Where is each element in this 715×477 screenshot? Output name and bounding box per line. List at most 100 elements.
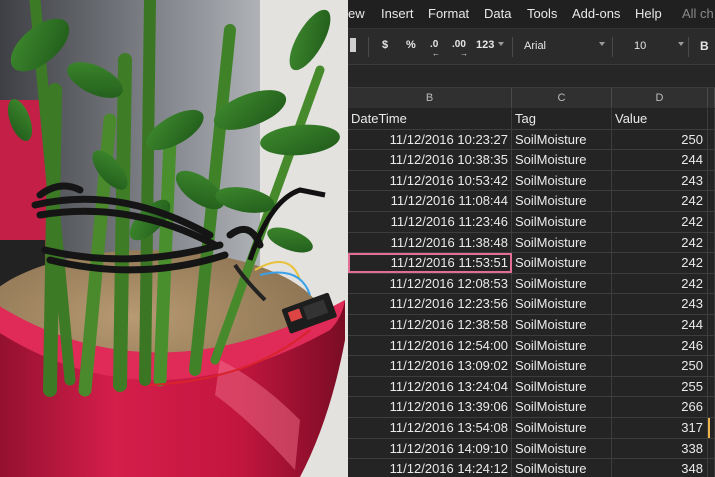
cell-value[interactable]: 242: [612, 273, 708, 294]
cell-value[interactable]: 244: [612, 315, 708, 335]
cell-datetime[interactable]: 11/12/2016 12:54:00: [348, 335, 512, 356]
cell-tag[interactable]: SoilMoisture: [512, 212, 612, 232]
cell-e[interactable]: [708, 170, 715, 191]
font-family-select[interactable]: Arial: [524, 40, 546, 52]
cell-e[interactable]: [708, 459, 715, 477]
cell-e[interactable]: [708, 438, 715, 459]
toolbar-divider: [368, 37, 369, 57]
percent-format-button[interactable]: %: [406, 39, 416, 51]
menu-addons[interactable]: Add-ons: [572, 6, 620, 21]
column-header-e[interactable]: [708, 88, 715, 108]
cell-value[interactable]: 242: [612, 232, 708, 253]
cell-datetime[interactable]: 11/12/2016 13:54:08: [348, 418, 512, 438]
menu-tools[interactable]: Tools: [527, 6, 557, 21]
cell-tag[interactable]: SoilMoisture: [512, 438, 612, 459]
cell-value[interactable]: 250: [612, 356, 708, 377]
cell-e[interactable]: [708, 356, 715, 377]
menu-format[interactable]: Format: [428, 6, 469, 21]
cell-e[interactable]: [708, 294, 715, 315]
plant-photo: [0, 0, 348, 477]
cell-value[interactable]: 244: [612, 150, 708, 171]
menu-data[interactable]: Data: [484, 6, 511, 21]
column-header-b[interactable]: B: [348, 88, 512, 108]
more-formats-button[interactable]: 123: [476, 39, 494, 51]
cell-tag[interactable]: SoilMoisture: [512, 335, 612, 356]
chevron-down-icon: [678, 42, 684, 46]
cell-e[interactable]: [708, 150, 715, 171]
cell-datetime[interactable]: 11/12/2016 11:38:48: [348, 232, 512, 253]
cell-value[interactable]: 266: [612, 397, 708, 418]
chevron-down-icon: [599, 42, 605, 46]
cell-e[interactable]: [708, 191, 715, 212]
cell-value[interactable]: 255: [612, 376, 708, 397]
table-row: 11/12/2016 11:08:44 SoilMoisture 242: [348, 191, 715, 212]
bold-button[interactable]: B: [700, 39, 709, 53]
all-changes-saved[interactable]: All ch: [682, 6, 714, 21]
cell-datetime[interactable]: 11/12/2016 10:23:27: [348, 129, 512, 150]
cell-tag[interactable]: SoilMoisture: [512, 232, 612, 253]
cell-datetime[interactable]: 11/12/2016 14:24:12: [348, 459, 512, 477]
cell-datetime[interactable]: 11/12/2016 10:38:35: [348, 150, 512, 171]
cell-datetime[interactable]: 11/12/2016 11:53:51: [348, 253, 512, 274]
cell-tag[interactable]: SoilMoisture: [512, 150, 612, 171]
cell-tag[interactable]: SoilMoisture: [512, 273, 612, 294]
column-header-d[interactable]: D: [612, 88, 708, 108]
cell-datetime[interactable]: 11/12/2016 11:23:46: [348, 212, 512, 232]
cell-tag[interactable]: SoilMoisture: [512, 376, 612, 397]
cell-datetime[interactable]: 11/12/2016 11:08:44: [348, 191, 512, 212]
cell-tag[interactable]: SoilMoisture: [512, 315, 612, 335]
cell-value-header[interactable]: Value: [612, 109, 708, 129]
cell-e[interactable]: [708, 212, 715, 232]
table-row: 11/12/2016 11:38:48 SoilMoisture 242: [348, 232, 715, 254]
cell-value[interactable]: 317: [612, 418, 708, 438]
cell-datetime[interactable]: 11/12/2016 10:53:42: [348, 170, 512, 191]
cell-datetime-header[interactable]: DateTime: [348, 109, 512, 129]
cell-tag[interactable]: SoilMoisture: [512, 418, 612, 438]
cell-value[interactable]: 243: [612, 294, 708, 315]
cell-value[interactable]: 348: [612, 459, 708, 477]
cell-value[interactable]: 242: [612, 253, 708, 274]
cell-value[interactable]: 250: [612, 129, 708, 150]
cell-e[interactable]: [708, 273, 715, 294]
cell-value[interactable]: 338: [612, 438, 708, 459]
cell-e[interactable]: [708, 376, 715, 397]
cell-datetime[interactable]: 11/12/2016 13:39:06: [348, 397, 512, 418]
table-row: 11/12/2016 13:39:06 SoilMoisture 266: [348, 397, 715, 418]
cell-e[interactable]: [708, 315, 715, 335]
cell-tag[interactable]: SoilMoisture: [512, 294, 612, 315]
cell-datetime[interactable]: 11/12/2016 14:09:10: [348, 438, 512, 459]
cell-value[interactable]: 243: [612, 170, 708, 191]
cell-e[interactable]: [708, 129, 715, 150]
cell-datetime[interactable]: 11/12/2016 12:08:53: [348, 273, 512, 294]
cell-e[interactable]: [708, 253, 715, 274]
cell-tag[interactable]: SoilMoisture: [512, 170, 612, 191]
cell-e[interactable]: [708, 109, 715, 129]
menu-help[interactable]: Help: [635, 6, 662, 21]
cell-e[interactable]: [708, 335, 715, 356]
cell-tag[interactable]: SoilMoisture: [512, 191, 612, 212]
cell-tag[interactable]: SoilMoisture: [512, 459, 612, 477]
menu-view[interactable]: ew: [348, 6, 365, 21]
cell-tag-header[interactable]: Tag: [512, 109, 612, 129]
cell-tag[interactable]: SoilMoisture: [512, 253, 612, 274]
cell-datetime[interactable]: 11/12/2016 12:23:56: [348, 294, 512, 315]
cell-datetime[interactable]: 11/12/2016 13:24:04: [348, 376, 512, 397]
cell-value[interactable]: 246: [612, 335, 708, 356]
arrow-left-icon: ←: [432, 49, 440, 58]
cell-tag[interactable]: SoilMoisture: [512, 129, 612, 150]
cell-tag[interactable]: SoilMoisture: [512, 397, 612, 418]
column-header-c[interactable]: C: [512, 88, 612, 108]
currency-format-button[interactable]: $: [382, 39, 388, 51]
cell-tag[interactable]: SoilMoisture: [512, 356, 612, 377]
cell-datetime[interactable]: 11/12/2016 12:38:58: [348, 315, 512, 335]
cell-e[interactable]: [708, 232, 715, 253]
cell-e[interactable]: [708, 397, 715, 418]
paint-format-icon[interactable]: [350, 38, 356, 52]
menu-insert[interactable]: Insert: [381, 6, 414, 21]
formula-bar[interactable]: [348, 64, 715, 88]
cell-e[interactable]: [708, 418, 715, 438]
cell-value[interactable]: 242: [612, 191, 708, 212]
cell-datetime[interactable]: 11/12/2016 13:09:02: [348, 356, 512, 377]
font-size-select[interactable]: 10: [634, 40, 646, 52]
cell-value[interactable]: 242: [612, 212, 708, 232]
